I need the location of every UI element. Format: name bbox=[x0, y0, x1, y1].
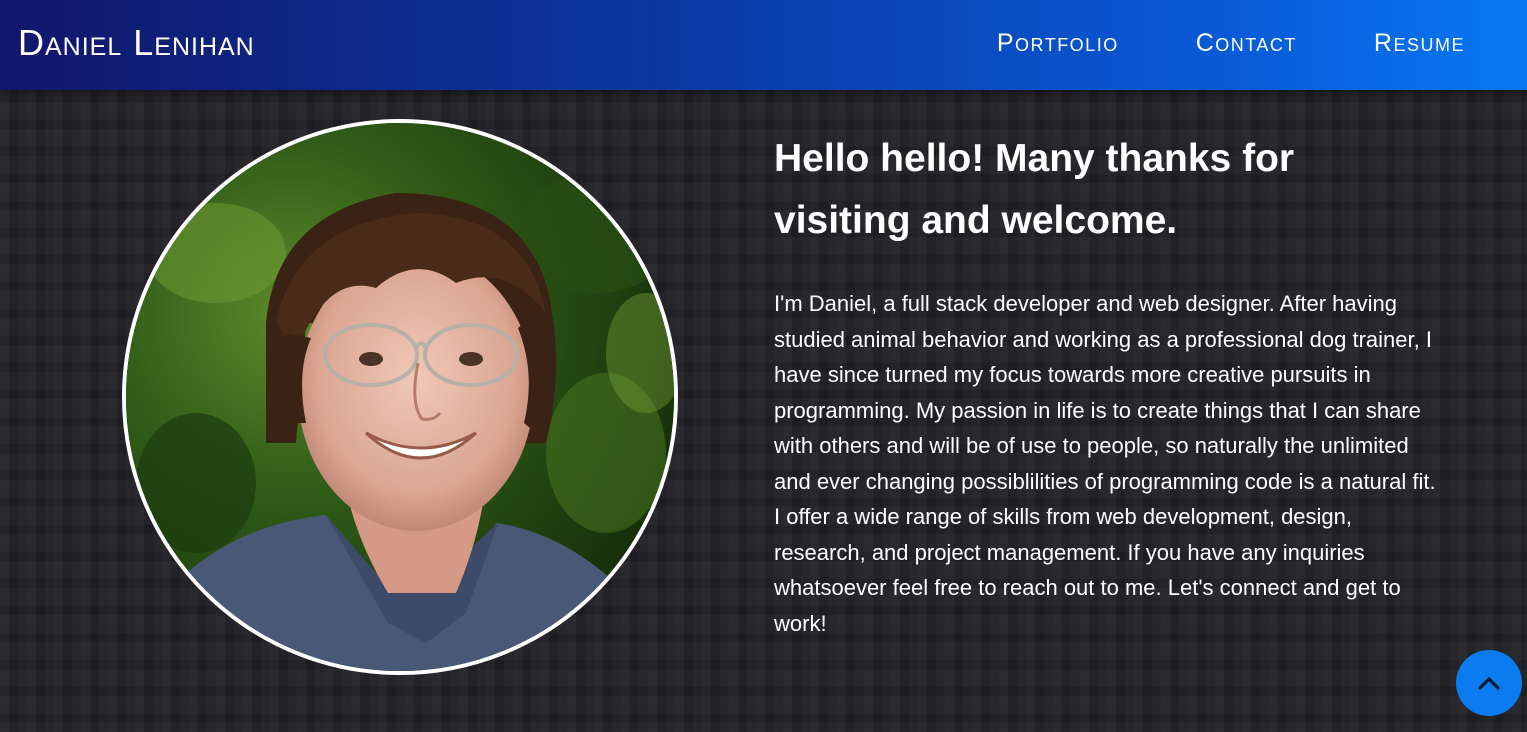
chevron-up-icon bbox=[1478, 677, 1500, 690]
nav-link-contact[interactable]: Contact bbox=[1196, 29, 1297, 58]
profile-photo bbox=[122, 119, 678, 675]
scroll-to-top-button[interactable] bbox=[1456, 650, 1522, 716]
site-brand-link[interactable]: Daniel Lenihan bbox=[18, 22, 255, 64]
bio-paragraph: I'm Daniel, a full stack developer and w… bbox=[774, 291, 1436, 636]
main-nav: Portfolio Contact Resume bbox=[997, 29, 1465, 58]
profile-photo-illustration bbox=[126, 123, 674, 671]
nav-link-resume[interactable]: Resume bbox=[1374, 29, 1465, 58]
welcome-headline: Hello hello! Many thanks for visiting an… bbox=[774, 137, 1295, 242]
top-navbar: Daniel Lenihan Portfolio Contact Resume bbox=[0, 0, 1527, 90]
nav-link-portfolio[interactable]: Portfolio bbox=[997, 29, 1119, 58]
